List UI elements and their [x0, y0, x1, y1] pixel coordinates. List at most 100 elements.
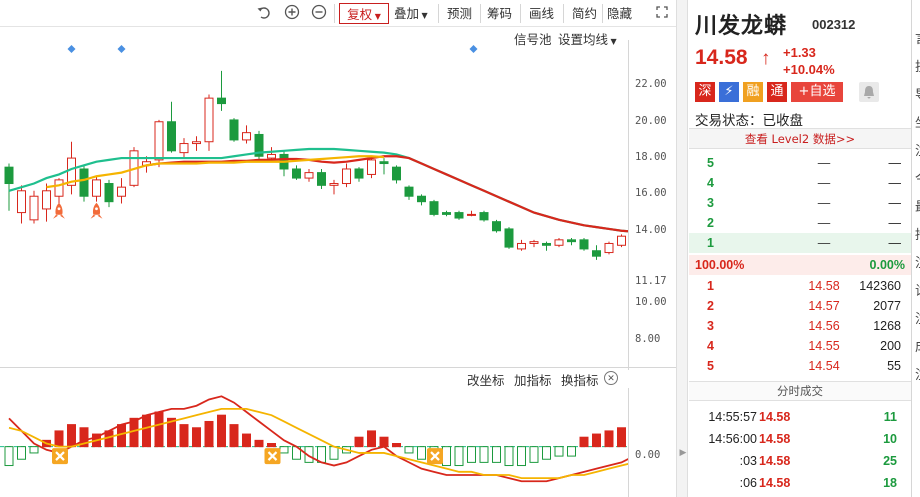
candle[interactable] — [54, 178, 64, 206]
macd-bar[interactable] — [192, 427, 201, 448]
candle[interactable] — [504, 227, 514, 249]
margin-tag-rong[interactable]: 融 — [743, 82, 763, 102]
macd-bar[interactable] — [367, 430, 376, 448]
candle[interactable] — [229, 118, 239, 142]
macd-bar[interactable] — [404, 446, 414, 454]
bell-icon[interactable] — [859, 82, 879, 102]
expand-icon[interactable] — [656, 6, 668, 18]
cross-signal-icon[interactable] — [264, 448, 281, 465]
macd-bar[interactable] — [217, 414, 226, 448]
candle[interactable] — [554, 238, 564, 248]
buy-level-row[interactable]: 2 14.57 2077 — [689, 296, 911, 316]
candle[interactable] — [4, 163, 14, 211]
exchange-tag-shen[interactable]: 深 — [695, 82, 715, 102]
fuquan-dropdown[interactable]: 复权 ▼ — [339, 3, 389, 24]
candle[interactable] — [379, 158, 389, 175]
signal-diamond-icon[interactable] — [67, 45, 76, 53]
macd-bar[interactable] — [179, 424, 189, 448]
candle[interactable] — [79, 165, 89, 202]
buy-level-row[interactable]: 4 14.55 200 — [689, 336, 911, 356]
macd-bar[interactable] — [492, 446, 501, 463]
macd-bar[interactable] — [554, 446, 564, 457]
macd-bar[interactable] — [17, 446, 26, 460]
jianyue-button[interactable]: 简约 — [572, 3, 597, 24]
macd-bar[interactable] — [142, 414, 151, 448]
yincang-button[interactable]: 隐藏 — [607, 3, 632, 24]
candle[interactable] — [542, 241, 551, 251]
candle[interactable] — [592, 245, 601, 260]
macd-bar[interactable] — [379, 436, 389, 448]
macd-bar[interactable] — [579, 436, 589, 448]
candle[interactable] — [404, 185, 414, 200]
candle[interactable] — [17, 185, 26, 224]
macd-bar[interactable] — [392, 443, 401, 448]
rocket-icon[interactable] — [90, 202, 103, 219]
buy-level-row[interactable]: 5 14.54 55 — [689, 356, 911, 376]
close-icon[interactable]: ✕ — [604, 371, 618, 385]
macd-bar[interactable] — [4, 446, 14, 467]
candle[interactable] — [104, 179, 114, 208]
candle[interactable] — [367, 158, 376, 179]
candlestick-plot[interactable] — [0, 40, 628, 367]
macd-bar[interactable] — [267, 443, 276, 448]
macd-bar[interactable] — [417, 446, 426, 460]
signal-diamond-icon[interactable] — [469, 45, 478, 53]
signal-diamond-icon[interactable] — [117, 45, 126, 53]
candle[interactable] — [317, 168, 326, 189]
candle[interactable] — [492, 219, 501, 233]
panel-splitter[interactable]: ▶ — [676, 0, 688, 497]
candle[interactable] — [617, 234, 626, 248]
zoom-out-icon[interactable] — [311, 4, 327, 20]
switch-indicator-button[interactable]: 换指标 — [561, 370, 599, 389]
undo-icon[interactable] — [256, 4, 272, 20]
candle[interactable] — [354, 167, 364, 182]
candle[interactable] — [567, 238, 576, 246]
candle[interactable] — [454, 210, 464, 220]
candle[interactable] — [467, 210, 476, 217]
macd-bar[interactable] — [617, 427, 626, 448]
huaxian-button[interactable]: 画线 — [529, 3, 554, 24]
macd-bar[interactable] — [204, 420, 214, 448]
candle[interactable] — [204, 94, 214, 151]
chouma-button[interactable]: 筹码 — [487, 3, 512, 24]
connect-tag-tong[interactable]: 通 — [767, 82, 787, 102]
diejia-dropdown[interactable]: 叠加 ▼ — [394, 3, 428, 24]
macd-bar[interactable] — [542, 446, 551, 460]
sell-level-row[interactable]: 3— — — [689, 193, 911, 213]
cross-signal-icon[interactable] — [427, 448, 443, 465]
candle[interactable] — [42, 183, 51, 222]
candle[interactable] — [417, 194, 426, 206]
rocket-icon[interactable] — [53, 202, 65, 219]
buy-level-row[interactable]: 3 14.56 1268 — [689, 316, 911, 336]
kline-chart-area[interactable]: 复权 ▼ 叠加 ▼ 预测 筹码 画线 简约 隐藏 信号池 设置均线 ▼ 22.0… — [0, 0, 676, 497]
candle[interactable] — [429, 199, 439, 217]
macd-plot[interactable] — [0, 390, 628, 497]
cross-signal-icon[interactable] — [52, 448, 68, 465]
yuce-button[interactable]: 预测 — [447, 3, 472, 24]
candle[interactable] — [117, 178, 126, 204]
sell-level-row[interactable]: 5— — — [689, 153, 911, 173]
macd-bar[interactable] — [517, 446, 526, 467]
macd-bar[interactable] — [242, 433, 251, 448]
macd-bar[interactable] — [454, 446, 464, 467]
collapse-handle-icon[interactable]: ▶ — [679, 441, 687, 463]
candle[interactable] — [217, 70, 226, 111]
macd-bar[interactable] — [154, 411, 164, 448]
macd-bar[interactable] — [29, 446, 39, 454]
macd-bar[interactable] — [254, 439, 264, 448]
candle[interactable] — [92, 176, 101, 202]
candle[interactable] — [304, 168, 314, 182]
macd-bar[interactable] — [229, 424, 239, 448]
candle[interactable] — [254, 130, 264, 160]
lightning-icon[interactable]: ⚡ — [719, 82, 739, 102]
macd-bar[interactable] — [67, 424, 76, 448]
candle[interactable] — [529, 239, 539, 248]
candle[interactable] — [279, 150, 289, 177]
candle[interactable] — [154, 119, 164, 168]
candle[interactable] — [342, 163, 351, 188]
macd-bar[interactable] — [567, 446, 576, 457]
macd-bar[interactable] — [604, 430, 614, 448]
macd-bar[interactable] — [54, 430, 64, 448]
sell-level-row[interactable]: 2— — — [689, 213, 911, 233]
macd-bar[interactable] — [479, 446, 489, 463]
